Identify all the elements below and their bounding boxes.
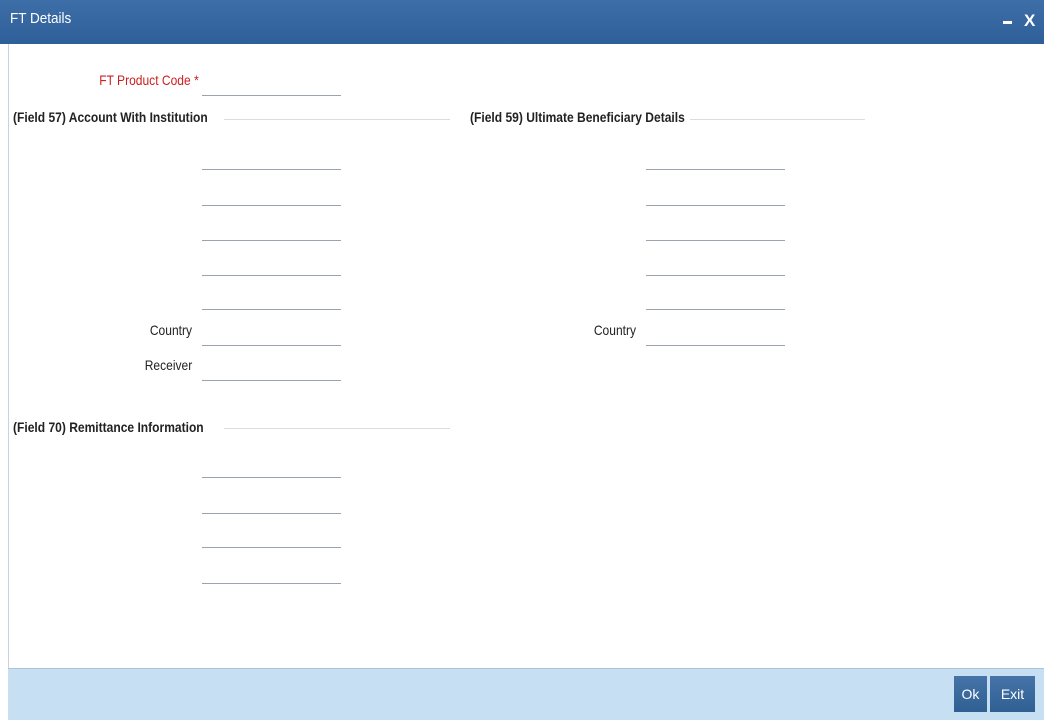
minimize-icon[interactable] <box>1003 21 1012 24</box>
footer-bar <box>8 668 1044 720</box>
field-70-heading: (Field 70) Remittance Information <box>13 419 204 435</box>
exit-button[interactable]: Exit <box>990 676 1035 712</box>
field-70-line-3[interactable] <box>202 526 341 548</box>
field-59-line-1[interactable] <box>646 148 785 170</box>
field-57-line-2[interactable] <box>202 184 341 206</box>
field-57-line-1[interactable] <box>202 148 341 170</box>
form-panel <box>8 44 1044 668</box>
field-70-line-1[interactable] <box>202 456 341 478</box>
field-57-receiver-label: Receiver <box>144 357 192 373</box>
close-icon[interactable]: X <box>1024 11 1035 31</box>
field-59-divider <box>690 119 865 120</box>
field-70-divider <box>224 428 450 429</box>
field-57-line-4[interactable] <box>202 254 341 276</box>
field-59-country-label: Country <box>593 322 636 338</box>
field-70-line-2[interactable] <box>202 492 341 514</box>
ft-product-code-label: FT Product Code * <box>99 72 199 88</box>
field-59-line-4[interactable] <box>646 254 785 276</box>
window-titlebar: FT Details X <box>0 0 1044 44</box>
field-57-country-input[interactable] <box>202 324 341 346</box>
field-59-line-3[interactable] <box>646 219 785 241</box>
window-title: FT Details <box>10 10 72 27</box>
field-59-heading: (Field 59) Ultimate Beneficiary Details <box>470 109 685 125</box>
field-57-line-5[interactable] <box>202 288 341 310</box>
field-57-divider <box>224 119 450 120</box>
field-57-receiver-input[interactable] <box>202 359 341 381</box>
field-59-line-2[interactable] <box>646 184 785 206</box>
field-59-line-5[interactable] <box>646 288 785 310</box>
field-59-country-input[interactable] <box>646 324 785 346</box>
ok-button[interactable]: Ok <box>954 676 987 712</box>
field-57-heading: (Field 57) Account With Institution <box>13 109 208 125</box>
field-57-country-label: Country <box>149 322 192 338</box>
ft-product-code-input[interactable] <box>202 74 341 96</box>
field-57-line-3[interactable] <box>202 219 341 241</box>
field-70-line-4[interactable] <box>202 562 341 584</box>
